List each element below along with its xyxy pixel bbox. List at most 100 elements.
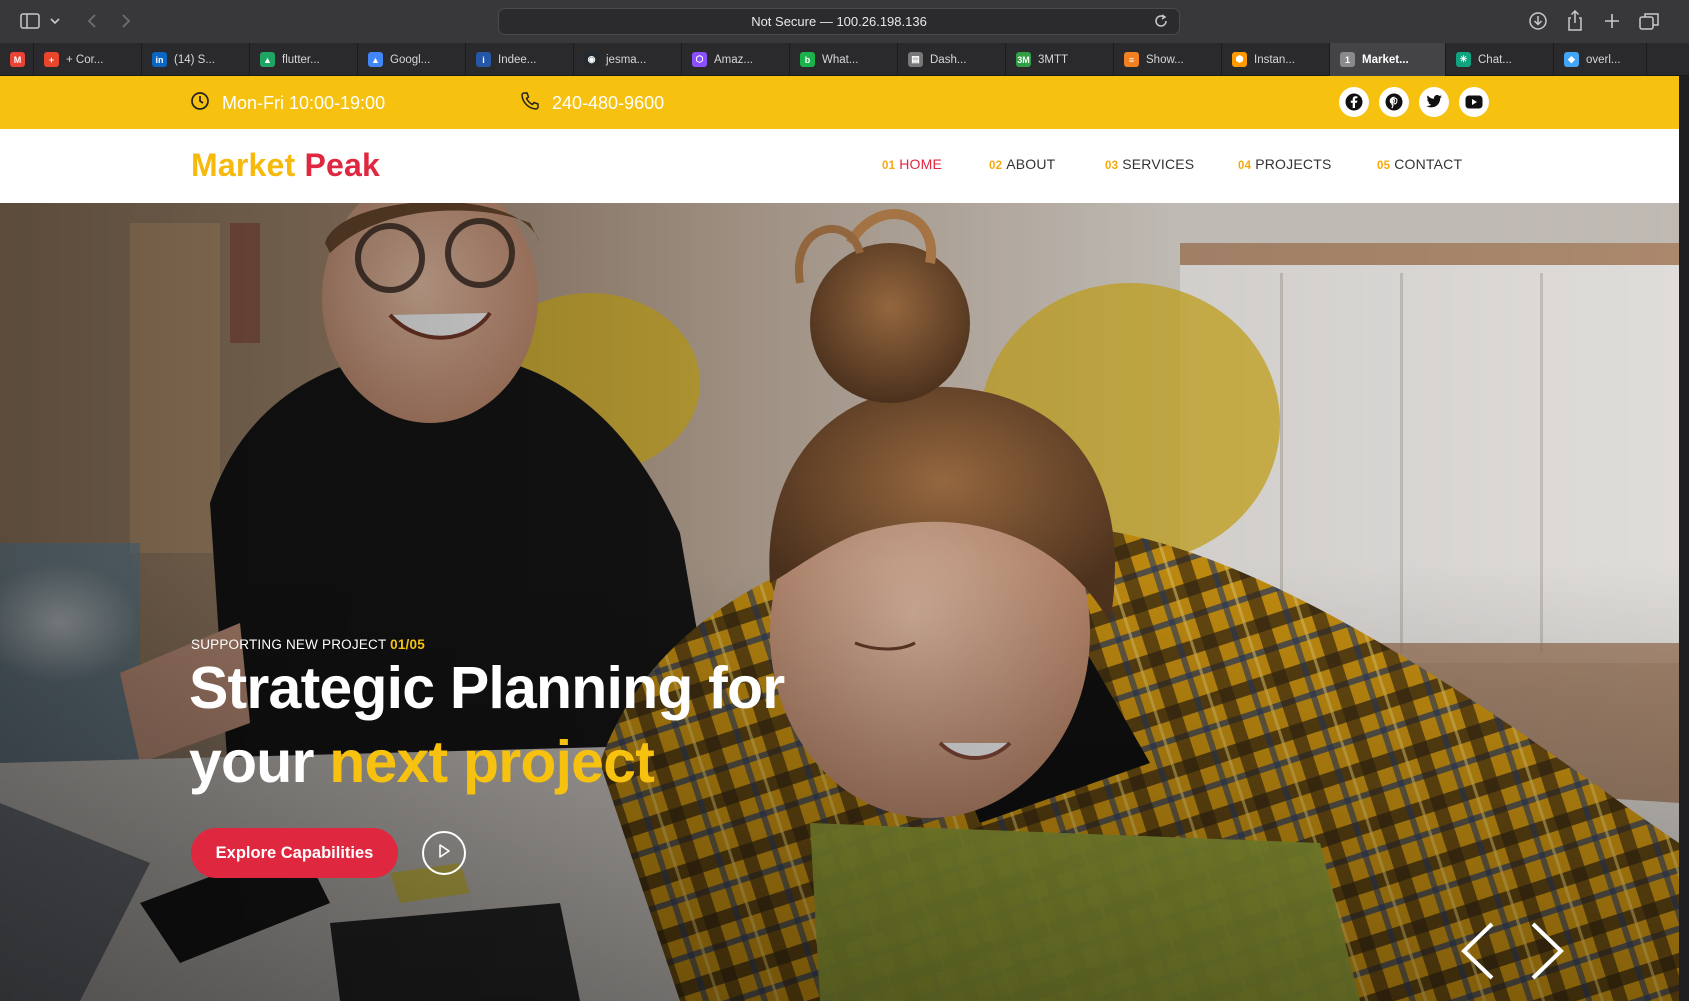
- browser-tab[interactable]: ◆ overl...: [1554, 43, 1647, 76]
- nav-item-projects[interactable]: 04 PROJECTS: [1238, 156, 1331, 172]
- browser-tab[interactable]: ▲ Googl...: [358, 43, 466, 76]
- nav-num: 04: [1238, 160, 1252, 172]
- clock-icon: [190, 91, 210, 116]
- headline-line-2: your next project: [189, 725, 784, 799]
- headline-highlight: next project: [329, 729, 655, 795]
- chevron-left-icon[interactable]: [1456, 921, 1502, 981]
- browser-tab[interactable]: ⬡ Amaz...: [682, 43, 790, 76]
- browser-tab[interactable]: ◉ jesma...: [574, 43, 682, 76]
- pinterest-icon[interactable]: [1379, 87, 1409, 117]
- nav-item-services[interactable]: 03 SERVICES: [1105, 156, 1194, 172]
- hero-slider: SUPPORTING NEW PROJECT 01/05 Strategic P…: [0, 203, 1679, 1001]
- tab-favicon-icon: ▲: [368, 52, 383, 67]
- play-video-button[interactable]: [422, 831, 466, 875]
- hours-info: Mon-Fri 10:00-19:00: [190, 91, 385, 116]
- tab-favicon-icon: ▤: [908, 52, 923, 67]
- sidebar-icon[interactable]: [18, 9, 42, 33]
- explore-capabilities-button[interactable]: Explore Capabilities: [191, 828, 398, 878]
- chevron-right-icon[interactable]: [1523, 921, 1569, 981]
- tab-strip: M + + Cor... in (14) S... ▲ flutter... ▲ Googl..…: [0, 43, 1689, 76]
- tab-favicon-icon: ≡: [1124, 52, 1139, 67]
- slide-counter: 01/05: [390, 637, 425, 652]
- tab-favicon-icon: i: [476, 52, 491, 67]
- back-icon[interactable]: [82, 9, 102, 33]
- nav-label: CONTACT: [1394, 156, 1463, 172]
- tab-title: Market...: [1362, 53, 1409, 66]
- nav-label: SERVICES: [1122, 156, 1195, 172]
- browser-tab[interactable]: in (14) S...: [142, 43, 250, 76]
- site-logo[interactable]: Market Peak: [191, 147, 380, 184]
- address-bar[interactable]: Not Secure — 100.26.198.136: [498, 8, 1180, 35]
- browser-tab[interactable]: 1 Market...: [1330, 43, 1446, 76]
- window-edge: [1679, 76, 1689, 1001]
- logo-word-peak: Peak: [304, 147, 380, 183]
- browser-tab[interactable]: M: [0, 43, 34, 76]
- nav-label: PROJECTS: [1255, 156, 1332, 172]
- browser-toolbar: Not Secure — 100.26.198.136: [0, 0, 1689, 43]
- nav-num: 05: [1377, 160, 1391, 172]
- tab-favicon-icon: M: [10, 52, 25, 67]
- browser-tab[interactable]: + + Cor...: [34, 43, 142, 76]
- browser-tab[interactable]: ✳ Chat...: [1446, 43, 1554, 76]
- play-icon: [437, 843, 451, 864]
- nav-num: 02: [989, 160, 1003, 172]
- browser-tab[interactable]: ▲ flutter...: [250, 43, 358, 76]
- top-info-bar: Mon-Fri 10:00-19:00 240-480-9600: [0, 76, 1679, 129]
- browser-tab[interactable]: ≡ Show...: [1114, 43, 1222, 76]
- phone-text: 240-480-9600: [552, 93, 665, 113]
- tab-title: Googl...: [390, 53, 431, 66]
- tab-title: Show...: [1146, 53, 1184, 66]
- tab-title: Dash...: [930, 53, 967, 66]
- social-links: [1339, 87, 1489, 117]
- browser-tab[interactable]: b What...: [790, 43, 898, 76]
- hours-text: Mon-Fri 10:00-19:00: [222, 93, 386, 113]
- tab-title: jesma...: [606, 53, 647, 66]
- tab-title: (14) S...: [174, 53, 215, 66]
- chevron-down-icon[interactable]: [48, 9, 62, 33]
- nav-num: 03: [1105, 160, 1119, 172]
- tab-title: overl...: [1586, 53, 1621, 66]
- hero-kicker: SUPPORTING NEW PROJECT 01/05: [191, 637, 425, 652]
- tab-overview-icon[interactable]: [1638, 9, 1660, 33]
- nav-label: ABOUT: [1006, 156, 1056, 172]
- headline-plain: your: [189, 729, 314, 795]
- tab-favicon-icon: ⬡: [692, 52, 707, 67]
- nav-item-about[interactable]: 02 ABOUT: [989, 156, 1055, 172]
- tab-title: Amaz...: [714, 53, 753, 66]
- tab-title: What...: [822, 53, 859, 66]
- tab-favicon-icon: ▲: [260, 52, 275, 67]
- tab-favicon-icon: ⬢: [1232, 52, 1247, 67]
- phone-info[interactable]: 240-480-9600: [520, 91, 664, 116]
- nav-label: HOME: [899, 156, 943, 172]
- nav-num: 01: [882, 160, 896, 172]
- forward-icon[interactable]: [116, 9, 136, 33]
- reload-icon[interactable]: [1153, 13, 1169, 32]
- browser-tab[interactable]: i Indee...: [466, 43, 574, 76]
- youtube-icon[interactable]: [1459, 87, 1489, 117]
- browser-tab[interactable]: ▤ Dash...: [898, 43, 1006, 76]
- plus-icon[interactable]: [1601, 9, 1623, 33]
- tab-favicon-icon: 3M: [1016, 52, 1031, 67]
- browser-tab[interactable]: 3M 3MTT: [1006, 43, 1114, 76]
- tab-title: Indee...: [498, 53, 537, 66]
- tab-favicon-icon: ◆: [1564, 52, 1579, 67]
- browser-tab[interactable]: ⬢ Instan...: [1222, 43, 1330, 76]
- nav-item-contact[interactable]: 05 CONTACT: [1377, 156, 1462, 172]
- download-icon[interactable]: [1527, 9, 1549, 33]
- tab-title: flutter...: [282, 53, 320, 66]
- tab-favicon-icon: ✳: [1456, 52, 1471, 67]
- phone-icon: [520, 91, 540, 116]
- logo-word-market: Market: [191, 147, 296, 183]
- tab-favicon-icon: +: [44, 52, 59, 67]
- share-icon[interactable]: [1564, 9, 1586, 33]
- main-navbar: Market Peak 01 HOME 02 ABOUT 03 SERVICES…: [0, 129, 1679, 203]
- nav-item-home[interactable]: 01 HOME: [882, 156, 942, 172]
- headline-line-1: Strategic Planning for: [189, 655, 785, 721]
- tab-favicon-icon: ◉: [584, 52, 599, 67]
- tab-favicon-icon: b: [800, 52, 815, 67]
- twitter-icon[interactable]: [1419, 87, 1449, 117]
- facebook-icon[interactable]: [1339, 87, 1369, 117]
- hero-headline: Strategic Planning for your next project: [189, 651, 785, 799]
- kicker-text: SUPPORTING NEW PROJECT: [191, 637, 387, 652]
- tab-favicon-icon: 1: [1340, 52, 1355, 67]
